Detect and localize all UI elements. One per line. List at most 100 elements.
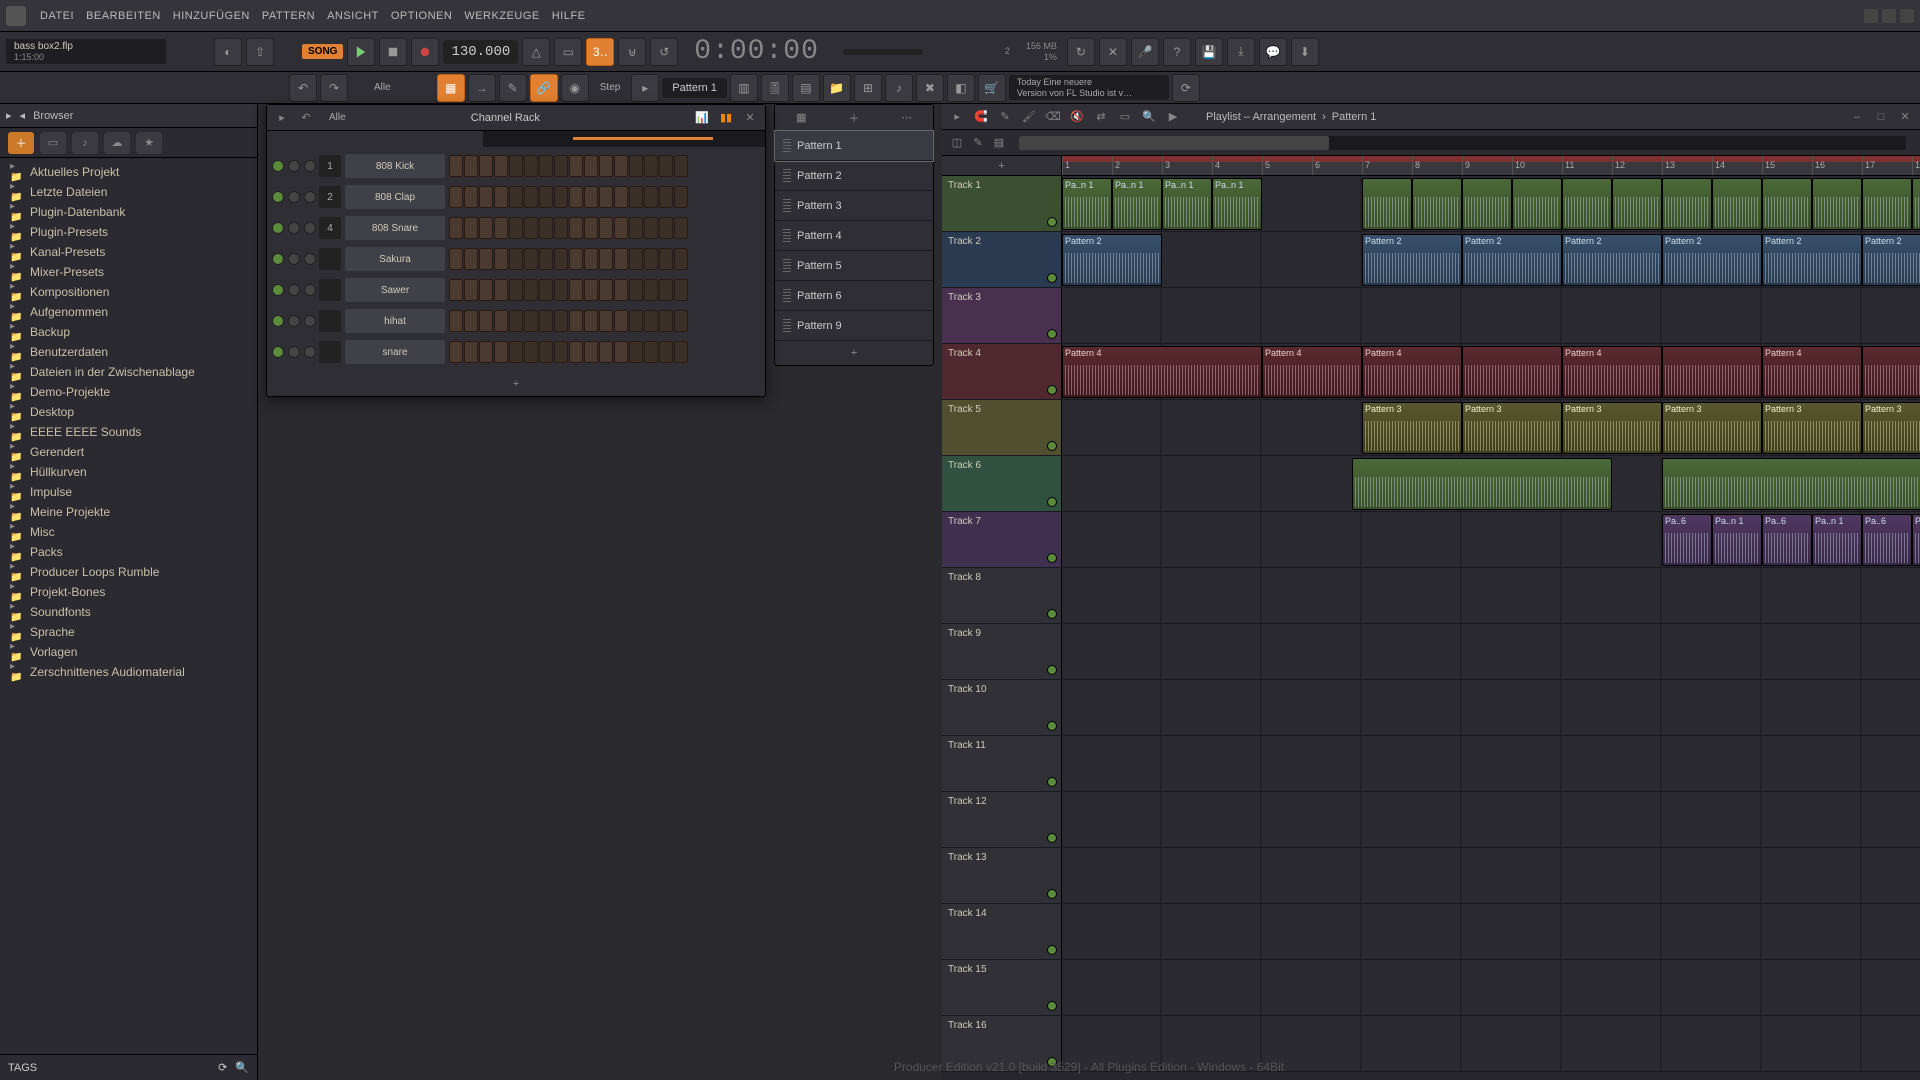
- channel-pan-knob[interactable]: [288, 284, 300, 296]
- step-cell[interactable]: [629, 186, 643, 208]
- stop-button[interactable]: [379, 38, 407, 66]
- step-cell[interactable]: [524, 279, 538, 301]
- add-pattern-button[interactable]: +: [775, 341, 933, 365]
- bar-tick[interactable]: 12: [1612, 156, 1625, 175]
- step-cell[interactable]: [509, 155, 523, 177]
- bar-tick[interactable]: 5: [1262, 156, 1270, 175]
- arrange-windows-button[interactable]: ◧: [947, 74, 975, 102]
- browser-tree-item[interactable]: ▸ 📁Aufgenommen: [0, 302, 257, 322]
- step-cell[interactable]: [644, 279, 658, 301]
- overdub-button[interactable]: ⊎: [618, 38, 646, 66]
- pl-select-icon[interactable]: ▭: [1116, 108, 1134, 126]
- song-position-bar[interactable]: [843, 49, 923, 55]
- menu-item[interactable]: WERKZEUGE: [458, 10, 545, 22]
- step-cell[interactable]: [599, 217, 613, 239]
- channel-mute-led[interactable]: [272, 191, 284, 203]
- pl-slip-icon[interactable]: ⇄: [1092, 108, 1110, 126]
- redo-button[interactable]: ↷: [320, 74, 348, 102]
- browser-tree-item[interactable]: ▸ 📁Desktop: [0, 402, 257, 422]
- step-cell[interactable]: [644, 248, 658, 270]
- track-lane[interactable]: [1062, 792, 1920, 847]
- draw-tool-button[interactable]: ✎: [499, 74, 527, 102]
- step-cell[interactable]: [569, 279, 583, 301]
- playlist-clip[interactable]: [1352, 458, 1612, 510]
- step-cell[interactable]: [584, 155, 598, 177]
- playlist-clip[interactable]: Pa..6: [1762, 514, 1812, 566]
- track-mute-led[interactable]: [1047, 553, 1057, 563]
- tags-label[interactable]: TAGS: [8, 1062, 37, 1074]
- step-cell[interactable]: [464, 186, 478, 208]
- step-cell[interactable]: [599, 310, 613, 332]
- browser-tree-item[interactable]: ▸ 📁Letzte Dateien: [0, 182, 257, 202]
- track-header[interactable]: Track 16: [942, 1016, 1062, 1071]
- mixer-toggle-button[interactable]: 🎚: [761, 74, 789, 102]
- playlist-clip[interactable]: Pattern 4: [1262, 346, 1362, 398]
- track-lane[interactable]: [1062, 848, 1920, 903]
- browser-tree-item[interactable]: ▸ 📁Mixer-Presets: [0, 262, 257, 282]
- playlist-clip[interactable]: [1762, 178, 1812, 230]
- playlist-header[interactable]: ▸ 🧲 ✎ 🖌 ⌫ 🔇 ⇄ ▭ 🔍 ▶ Playlist – Arrangeme…: [942, 104, 1920, 130]
- track-lane[interactable]: [1062, 568, 1920, 623]
- track-header[interactable]: Track 14: [942, 904, 1062, 959]
- browser-tree-item[interactable]: ▸ 📁Sprache: [0, 622, 257, 642]
- browser-tree-item[interactable]: ▸ 📁Demo-Projekte: [0, 382, 257, 402]
- browser-tree-item[interactable]: ▸ 📁Vorlagen: [0, 642, 257, 662]
- bar-tick[interactable]: 17: [1862, 156, 1875, 175]
- channel-pan-knob[interactable]: [288, 315, 300, 327]
- channel-vol-knob[interactable]: [304, 191, 316, 203]
- channel-pan-knob[interactable]: [288, 191, 300, 203]
- step-cell[interactable]: [674, 310, 688, 332]
- browser-tree-item[interactable]: ▸ 📁Zerschnittenes Audiomaterial: [0, 662, 257, 682]
- metronome-button[interactable]: △: [522, 38, 550, 66]
- record-button[interactable]: [411, 38, 439, 66]
- track-header[interactable]: Track 10: [942, 680, 1062, 735]
- step-cell[interactable]: [659, 279, 673, 301]
- track-mute-led[interactable]: [1047, 441, 1057, 451]
- track-mute-led[interactable]: [1047, 273, 1057, 283]
- step-cell[interactable]: [449, 341, 463, 363]
- bar-tick[interactable]: 2: [1112, 156, 1120, 175]
- channel-name-button[interactable]: 808 Snare: [345, 216, 445, 240]
- step-cell[interactable]: [629, 248, 643, 270]
- channel-mute-led[interactable]: [272, 253, 284, 265]
- browser-tree-item[interactable]: ▸ 📁Gerendert: [0, 442, 257, 462]
- cr-filter-label[interactable]: Alle: [321, 112, 354, 123]
- playlist-body[interactable]: Track 1Pa..n 1Pa..n 1Pa..n 1Pa..n 1Track…: [942, 176, 1920, 1080]
- snap-label[interactable]: Step: [592, 82, 629, 93]
- pl-mute-icon[interactable]: 🔇: [1068, 108, 1086, 126]
- time-display[interactable]: 0:00:00: [682, 36, 831, 67]
- pl-pencil-icon[interactable]: ✎: [996, 108, 1014, 126]
- browser-tab-plugins[interactable]: ♪: [72, 132, 98, 154]
- browser-tree-item[interactable]: ▸ 📁Plugin-Datenbank: [0, 202, 257, 222]
- playlist-clip[interactable]: [1662, 458, 1920, 510]
- playlist-clip[interactable]: Pattern 2: [1662, 234, 1762, 286]
- channel-name-button[interactable]: snare: [345, 340, 445, 364]
- step-cell[interactable]: [554, 155, 568, 177]
- channel-pan-knob[interactable]: [288, 253, 300, 265]
- channel-name-button[interactable]: hihat: [345, 309, 445, 333]
- step-cell[interactable]: [644, 155, 658, 177]
- step-cell[interactable]: [554, 186, 568, 208]
- track-header[interactable]: Track 9: [942, 624, 1062, 679]
- track-mute-led[interactable]: [1047, 889, 1057, 899]
- plugin-picker-button[interactable]: ⊞: [854, 74, 882, 102]
- step-cell[interactable]: [644, 341, 658, 363]
- playlist-breadcrumb-2[interactable]: Pattern 1: [1332, 111, 1377, 123]
- playlist-clip[interactable]: [1862, 178, 1912, 230]
- track-lane[interactable]: [1062, 680, 1920, 735]
- browser-tree-item[interactable]: ▸ 📁Hüllkurven: [0, 462, 257, 482]
- pl-min-icon[interactable]: –: [1848, 108, 1866, 126]
- cr-miniview[interactable]: [483, 131, 765, 147]
- channel-vol-knob[interactable]: [304, 346, 316, 358]
- browser-back-icon[interactable]: ◂: [20, 109, 26, 122]
- pattern-drag-handle[interactable]: [783, 259, 791, 273]
- playlist-view-button[interactable]: ▦: [437, 74, 465, 102]
- bar-tick[interactable]: 7: [1362, 156, 1370, 175]
- step-cell[interactable]: [494, 341, 508, 363]
- pattern-item[interactable]: Pattern 6: [775, 281, 933, 311]
- menu-item[interactable]: HILFE: [546, 10, 592, 22]
- step-cell[interactable]: [614, 248, 628, 270]
- playlist-clip[interactable]: Pattern 3: [1562, 402, 1662, 454]
- browser-tree-item[interactable]: ▸ 📁Misc: [0, 522, 257, 542]
- channel-vol-knob[interactable]: [304, 315, 316, 327]
